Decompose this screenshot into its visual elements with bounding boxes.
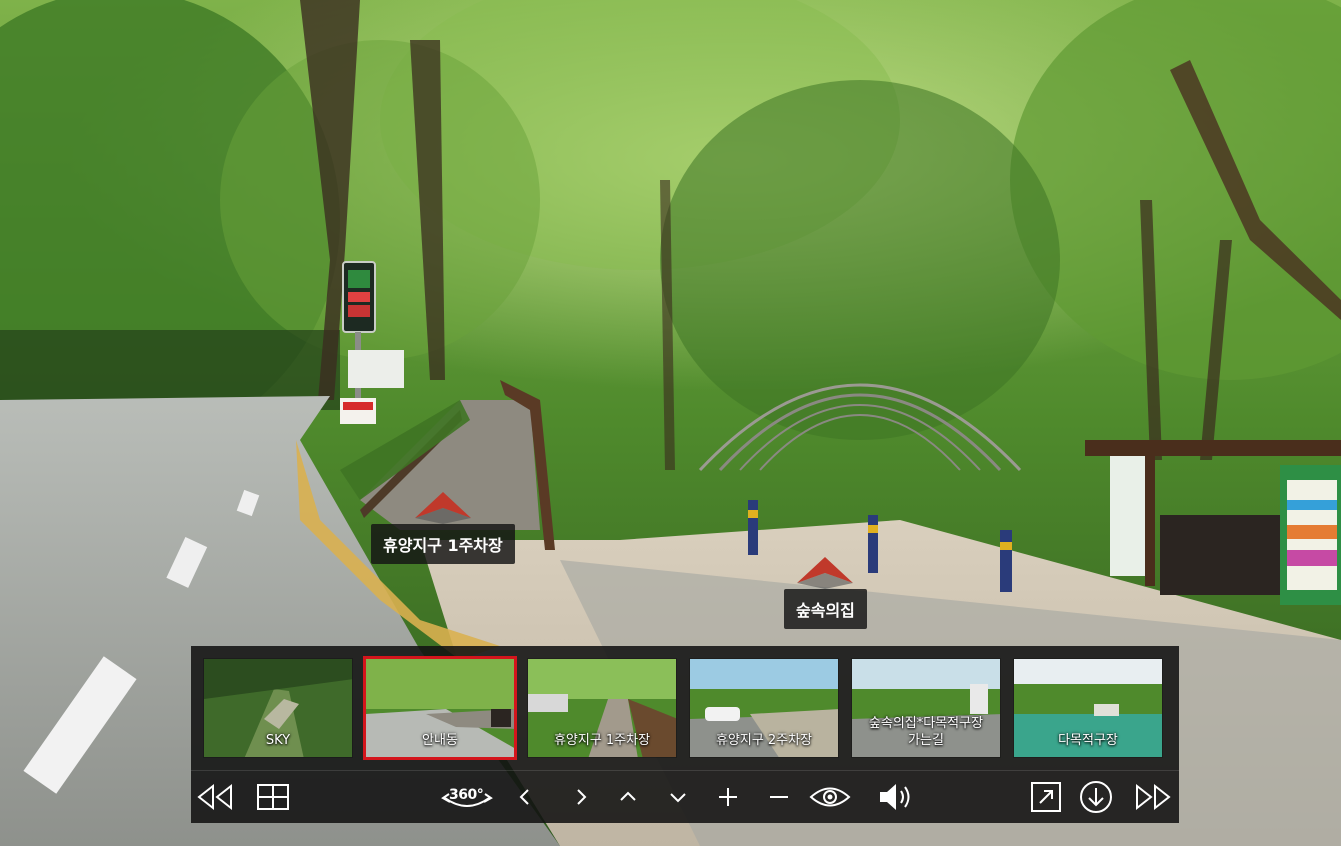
scene-thumbnail-list: SKY 안내동 휴양지구 1주차장 휴양지구 2주차장 숲속의집*다목적구장 가… bbox=[203, 656, 1163, 760]
download-icon bbox=[1080, 781, 1112, 813]
sound-button[interactable] bbox=[878, 777, 918, 817]
pan-right-button[interactable] bbox=[561, 777, 601, 817]
thumbnail-label: SKY bbox=[265, 733, 291, 748]
eye-icon bbox=[809, 787, 851, 807]
pan-left-button[interactable] bbox=[505, 777, 545, 817]
thumbnail-parking-2[interactable]: 휴양지구 2주차장 bbox=[689, 658, 839, 758]
fullscreen-icon bbox=[1031, 782, 1061, 812]
thumbnail-label: 다목적구장 bbox=[1058, 733, 1118, 748]
next-scene-button[interactable] bbox=[1133, 777, 1173, 817]
thumbnail-path-to-forest-house-sports-field[interactable]: 숲속의집*다목적구장 가는길 bbox=[851, 658, 1001, 758]
thumbnail-parking-1[interactable]: 휴양지구 1주차장 bbox=[527, 658, 677, 758]
download-button[interactable] bbox=[1076, 777, 1116, 817]
thumbnail-information-center[interactable]: 안내동 bbox=[363, 656, 517, 760]
thumbnail-label-line1: 숲속의집*다목적구장 bbox=[868, 716, 984, 731]
fullscreen-button[interactable] bbox=[1026, 777, 1066, 817]
chevron-right-icon bbox=[577, 789, 587, 805]
speaker-icon bbox=[880, 784, 910, 810]
thumbnail-label: 휴양지구 1주차장 bbox=[553, 733, 651, 748]
hotspot-label: 숲속의집 bbox=[784, 589, 867, 629]
hotspot-forest-house[interactable]: 숲속의집 bbox=[784, 553, 867, 629]
zoom-in-button[interactable] bbox=[708, 777, 748, 817]
zoom-out-button[interactable] bbox=[759, 777, 799, 817]
thumbnail-toggle-button[interactable] bbox=[253, 777, 293, 817]
thumbnail-label: 숲속의집*다목적구장 가는길 bbox=[852, 715, 1000, 749]
chevron-left-icon bbox=[519, 789, 529, 805]
plus-icon bbox=[719, 788, 737, 806]
auto-rotate-button[interactable]: 360° bbox=[439, 777, 495, 817]
view-mode-button[interactable] bbox=[805, 777, 855, 817]
hotspot-label: 휴양지구 1주차장 bbox=[371, 524, 515, 564]
chevron-down-icon bbox=[670, 793, 686, 803]
tilt-down-button[interactable] bbox=[658, 777, 698, 817]
hotspot-parking-1[interactable]: 휴양지구 1주차장 bbox=[371, 488, 515, 564]
hotspot-arrow-icon bbox=[797, 557, 854, 589]
thumbnail-sky[interactable]: SKY bbox=[203, 658, 353, 758]
rewind-icon bbox=[197, 783, 232, 811]
panel-divider bbox=[191, 770, 1179, 771]
fast-forward-icon bbox=[1136, 783, 1171, 811]
hotspot-arrow-icon bbox=[414, 492, 471, 524]
thumbnail-label: 안내동 bbox=[422, 733, 458, 748]
tilt-up-button[interactable] bbox=[608, 777, 648, 817]
previous-scene-button[interactable] bbox=[195, 777, 235, 817]
minus-icon bbox=[770, 796, 788, 798]
rotate-360-icon bbox=[441, 793, 493, 807]
chevron-up-icon bbox=[620, 791, 636, 801]
thumbnail-sports-field[interactable]: 다목적구장 bbox=[1013, 658, 1163, 758]
thumbnail-label-line2: 가는길 bbox=[908, 733, 944, 748]
grid-icon bbox=[257, 784, 289, 810]
tour-control-panel: SKY 안내동 휴양지구 1주차장 휴양지구 2주차장 숲속의집*다목적구장 가… bbox=[191, 646, 1179, 823]
thumbnail-label: 휴양지구 2주차장 bbox=[715, 733, 813, 748]
